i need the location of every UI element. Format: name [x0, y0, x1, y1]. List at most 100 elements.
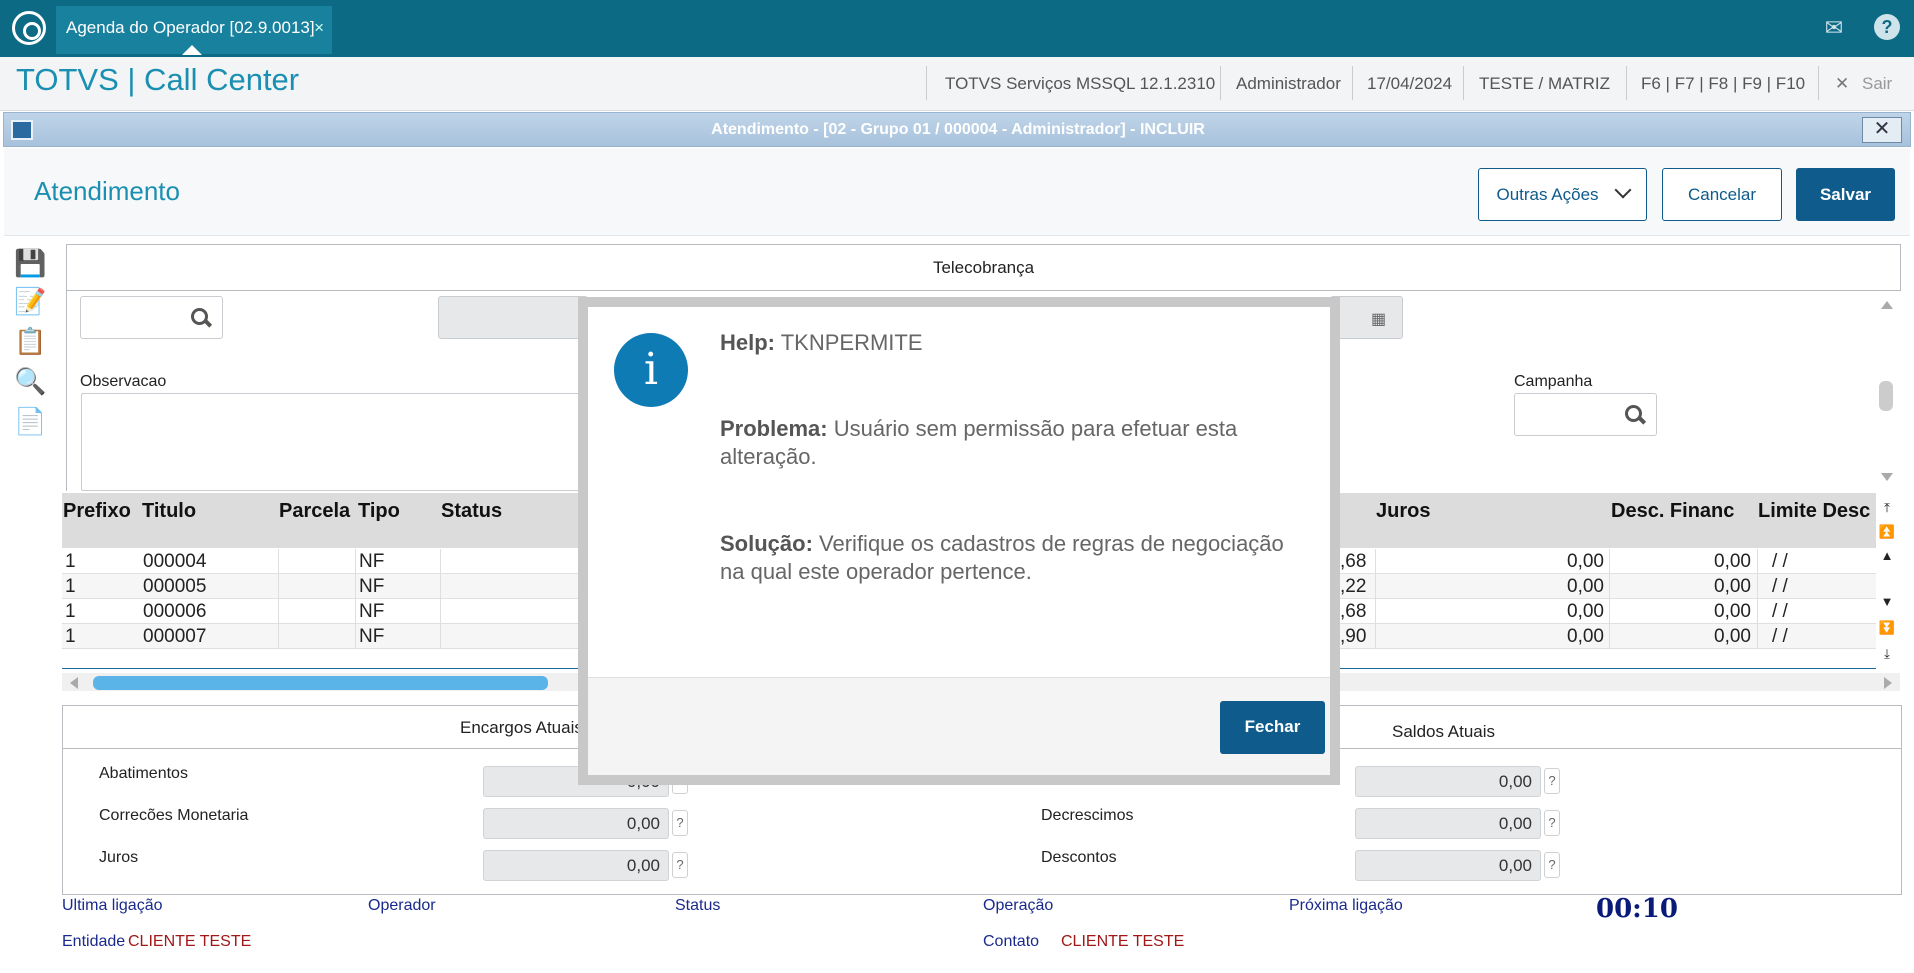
problema-label: Problema: — [720, 416, 828, 441]
last-record-icon[interactable]: ⤓ — [1876, 643, 1898, 665]
col-limite-desc[interactable]: Limite Desc — [1758, 500, 1876, 523]
help-label: Help: — [720, 330, 775, 355]
search-document-icon[interactable]: 🔍 — [14, 365, 46, 397]
cell-limite: / / — [1772, 576, 1788, 597]
col-divider — [440, 599, 441, 624]
help-button[interactable]: ? — [672, 810, 688, 836]
date-info: 17/04/2024 — [1367, 74, 1453, 93]
divider — [1463, 66, 1464, 100]
col-divider — [1757, 599, 1758, 624]
col-divider — [278, 574, 279, 599]
window-close-button[interactable]: ✕ — [1862, 117, 1902, 143]
next-record-icon[interactable]: ▼ — [1876, 591, 1898, 613]
cancel-button[interactable]: Cancelar — [1662, 168, 1782, 221]
form-scrollbar[interactable] — [1876, 293, 1898, 489]
cell-tipo: NF — [359, 626, 385, 647]
col-divider — [278, 549, 279, 574]
col-divider — [1609, 599, 1610, 624]
cell-tipo: NF — [359, 576, 385, 597]
code-search-input[interactable] — [80, 296, 223, 339]
col-desc-financ[interactable]: Desc. Financ — [1611, 500, 1734, 523]
solucao-label: Solução: — [720, 531, 813, 556]
tab-agenda-operador[interactable]: Agenda do Operador [02.9.0013] × — [56, 6, 332, 55]
scroll-thumb[interactable] — [1879, 381, 1893, 411]
help-icon[interactable]: ? — [1874, 14, 1900, 40]
function-keys[interactable]: F6 | F7 | F8 | F9 | F10 — [1641, 74, 1805, 94]
exit-button[interactable]: ✕ Sair — [1835, 74, 1892, 94]
contato-label: Contato — [983, 933, 1040, 950]
cell-valor: ,68 — [1340, 551, 1367, 572]
totvs-logo-icon[interactable] — [12, 11, 46, 45]
col-divider — [1609, 549, 1610, 574]
col-status[interactable]: Status — [441, 500, 502, 523]
save-button[interactable]: Salvar — [1796, 168, 1895, 221]
exit-label: Sair — [1861, 74, 1893, 93]
col-divider — [1609, 624, 1610, 649]
tab-saldos-atuais[interactable]: Saldos Atuais — [1392, 722, 1495, 742]
list-back-icon[interactable]: 📋 — [14, 325, 46, 357]
help-button[interactable]: ? — [1544, 768, 1560, 794]
scroll-thumb[interactable] — [93, 676, 548, 690]
scroll-right-icon[interactable] — [1884, 677, 1892, 689]
descontos-field: 0,00 — [1355, 850, 1541, 881]
telecobranca-panel: Telecobrança — [66, 244, 1901, 291]
previous-record-icon[interactable]: ▲ — [1876, 545, 1898, 567]
cell-juros: 0,00 — [1567, 576, 1604, 597]
help-code: TKNPERMITE — [780, 330, 923, 355]
window-title-bar: Atendimento - [02 - Grupo 01 / 000004 - … — [3, 112, 1911, 147]
scroll-down-icon[interactable] — [1881, 473, 1893, 481]
campanha-search-input[interactable] — [1514, 393, 1657, 436]
cell-titulo: 000007 — [143, 626, 207, 647]
tab-close-icon[interactable]: × — [314, 6, 324, 49]
col-parcela[interactable]: Parcela — [279, 500, 350, 523]
save-disk-icon[interactable]: 💾 — [14, 247, 46, 279]
help-button[interactable]: ? — [1544, 810, 1560, 836]
first-record-icon[interactable]: ⤒ — [1876, 497, 1898, 519]
col-divider — [1375, 599, 1376, 624]
juros-label: Juros — [99, 849, 139, 866]
col-titulo[interactable]: Titulo — [142, 500, 196, 523]
page-down-icon[interactable]: ⏬ — [1876, 617, 1898, 639]
cell-prefixo: 1 — [65, 576, 76, 597]
call-timer: 00:10 — [1596, 894, 1678, 924]
col-divider — [440, 549, 441, 574]
cell-valor: ,90 — [1340, 626, 1367, 647]
grid-icon[interactable]: ▦ — [1371, 309, 1386, 329]
col-divider — [355, 599, 356, 624]
cell-prefixo: 1 — [65, 551, 76, 572]
help-button[interactable]: ? — [1544, 852, 1560, 878]
scroll-up-icon[interactable] — [1881, 301, 1893, 309]
delete-document-icon[interactable]: 📄 — [14, 405, 46, 437]
col-divider — [355, 549, 356, 574]
divider — [1220, 66, 1221, 100]
help-button[interactable]: ? — [672, 852, 688, 878]
decrescimos-field: 0,00 — [1355, 808, 1541, 839]
search-icon[interactable] — [191, 308, 211, 328]
window-title: Atendimento - [02 - Grupo 01 / 000004 - … — [711, 121, 1205, 138]
top-bar: Agenda do Operador [02.9.0013] × ✉ ? — [0, 0, 1914, 57]
readonly-field — [438, 296, 588, 339]
close-dialog-button[interactable]: Fechar — [1220, 701, 1325, 754]
col-juros[interactable]: Juros — [1376, 500, 1430, 523]
search-icon[interactable] — [1625, 405, 1645, 425]
operador-label: Operador — [368, 897, 436, 914]
scroll-left-icon[interactable] — [70, 677, 78, 689]
edit-document-icon[interactable]: 📝 — [14, 285, 46, 317]
col-tipo[interactable]: Tipo — [358, 500, 400, 523]
tab-encargos-atuais[interactable]: Encargos Atuais — [460, 718, 583, 738]
cell-titulo: 000005 — [143, 576, 207, 597]
col-divider — [278, 599, 279, 624]
observacao-textarea[interactable] — [81, 393, 581, 491]
tab-label: Agenda do Operador [02.9.0013] — [66, 18, 315, 37]
col-divider — [1375, 624, 1376, 649]
other-actions-button[interactable]: Outras Ações — [1478, 168, 1647, 221]
col-divider — [1375, 574, 1376, 599]
col-prefixo[interactable]: Prefixo — [63, 500, 131, 523]
mail-icon[interactable]: ✉ — [1820, 14, 1848, 42]
operacao-label: Operação — [983, 897, 1054, 914]
page-up-icon[interactable]: ⏫ — [1876, 521, 1898, 543]
col-divider — [1757, 624, 1758, 649]
divider — [926, 66, 927, 100]
cell-prefixo: 1 — [65, 601, 76, 622]
contato-value: CLIENTE TESTE — [1061, 933, 1185, 950]
